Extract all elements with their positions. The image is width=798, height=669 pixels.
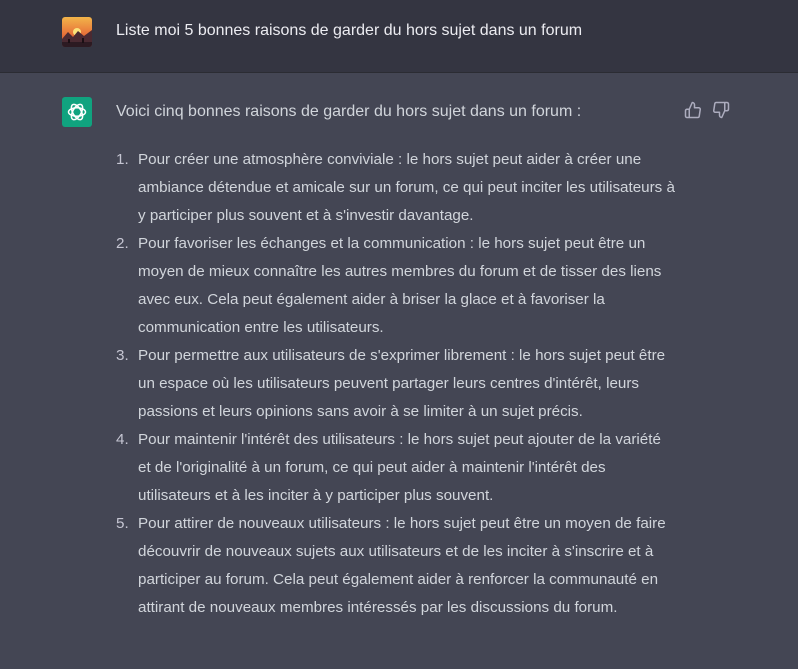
reasons-list: 1. Pour créer une atmosphère conviviale … [116,146,676,622]
assistant-intro-text: Voici cinq bonnes raisons de garder du h… [116,103,582,120]
list-item: 3. Pour permettre aux utilisateurs de s'… [116,342,676,426]
user-message-text: Liste moi 5 bonnes raisons de garder du … [116,22,583,39]
list-item-number: 3. [116,347,129,364]
thumbs-up-button[interactable] [684,101,702,119]
list-item-text: Pour attirer de nouveaux utilisateurs : … [138,515,666,616]
assistant-message-row: Voici cinq bonnes raisons de garder du h… [0,73,798,669]
assistant-avatar [62,97,92,127]
list-item-text: Pour maintenir l'intérêt des utilisateur… [138,431,661,504]
list-item: 1. Pour créer une atmosphère conviviale … [116,146,676,230]
thumbs-down-button[interactable] [712,101,730,119]
list-item: 2. Pour favoriser les échanges et la com… [116,230,676,342]
list-item: 5. Pour attirer de nouveaux utilisateurs… [116,510,676,622]
list-item-number: 4. [116,431,129,448]
user-message-row: Liste moi 5 bonnes raisons de garder du … [0,0,798,73]
list-item-number: 1. [116,151,129,168]
list-item: 4. Pour maintenir l'intérêt des utilisat… [116,426,676,510]
list-item-number: 5. [116,515,129,532]
sunset-avatar-icon [62,17,92,47]
list-item-text: Pour favoriser les échanges et la commun… [138,235,662,336]
list-item-number: 2. [116,235,129,252]
list-item-text: Pour créer une atmosphère conviviale : l… [138,151,675,224]
list-item-text: Pour permettre aux utilisateurs de s'exp… [138,347,666,420]
openai-logo-icon [67,103,87,121]
thumbs-down-icon [713,101,730,119]
thumbs-up-icon [684,101,701,119]
user-avatar [62,17,92,47]
